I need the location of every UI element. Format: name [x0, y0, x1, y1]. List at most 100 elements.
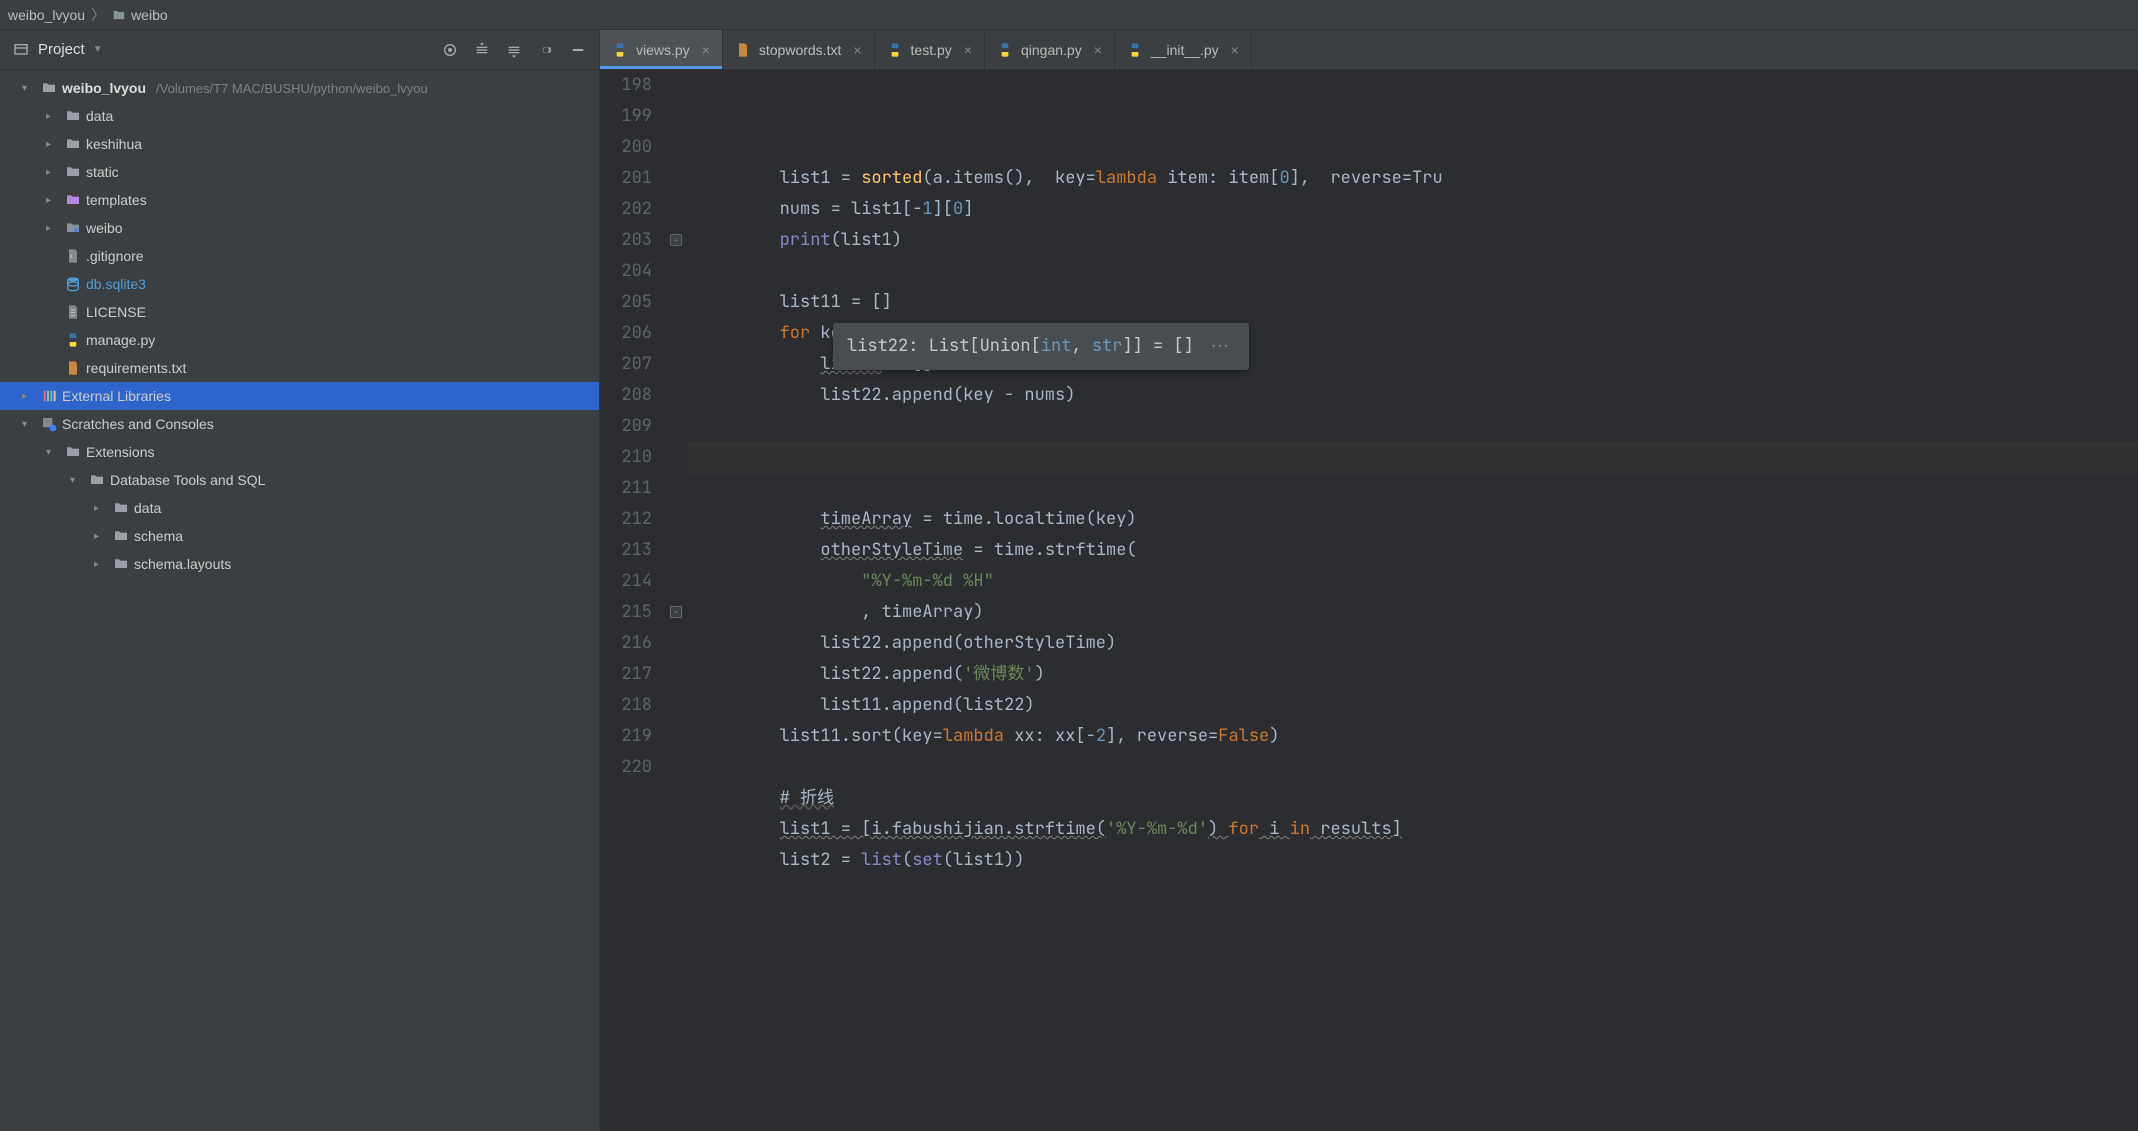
- fold-strip[interactable]: −−: [668, 70, 688, 1131]
- line-number[interactable]: 205: [600, 287, 652, 318]
- chevron-right-icon[interactable]: ▸: [46, 139, 60, 150]
- expand-icon[interactable]: [473, 41, 491, 59]
- breadcrumb-root[interactable]: weibo_lvyou: [8, 7, 85, 23]
- line-number[interactable]: 208: [600, 380, 652, 411]
- chevron-down-icon[interactable]: ▾: [70, 475, 84, 486]
- chevron-right-icon[interactable]: ▸: [22, 391, 36, 402]
- editor-tab[interactable]: views.py×: [600, 30, 723, 69]
- line-number[interactable]: 211: [600, 473, 652, 504]
- tree-row[interactable]: requirements.txt: [0, 354, 599, 382]
- code-area[interactable]: list22: List[Union[int, str]] = [] ⋮ lis…: [688, 70, 2138, 1131]
- tree-row[interactable]: ▸data: [0, 102, 599, 130]
- code-line[interactable]: list1 = [i.fabushijian.strftime('%Y-%m-%…: [688, 814, 2138, 845]
- editor-tab[interactable]: stopwords.txt×: [723, 30, 875, 69]
- code-line[interactable]: print(list1): [688, 225, 2138, 256]
- code-line[interactable]: list22.append(key - nums): [688, 380, 2138, 411]
- line-number[interactable]: 198: [600, 70, 652, 101]
- project-tree[interactable]: ▾weibo_lvyou/Volumes/T7 MAC/BUSHU/python…: [0, 70, 599, 1131]
- code-line[interactable]: # 折线: [688, 783, 2138, 814]
- close-icon[interactable]: ×: [1231, 42, 1239, 58]
- tree-row[interactable]: ▾Database Tools and SQL: [0, 466, 599, 494]
- more-icon[interactable]: ⋮: [1204, 337, 1235, 356]
- project-dropdown[interactable]: Project ▼: [12, 41, 103, 58]
- line-number[interactable]: 202: [600, 194, 652, 225]
- line-number[interactable]: 220: [600, 752, 652, 783]
- tree-row[interactable]: ▾Extensions: [0, 438, 599, 466]
- breadcrumb-item[interactable]: weibo: [111, 7, 168, 23]
- chevron-right-icon[interactable]: ▸: [46, 223, 60, 234]
- code-line[interactable]: list11 = []: [688, 287, 2138, 318]
- locate-icon[interactable]: [441, 41, 459, 59]
- tree-row[interactable]: ▸External Libraries: [0, 382, 599, 410]
- line-number[interactable]: 201: [600, 163, 652, 194]
- line-number[interactable]: 203: [600, 225, 652, 256]
- tree-row[interactable]: ▸weibo: [0, 214, 599, 242]
- chevron-right-icon[interactable]: ▸: [46, 195, 60, 206]
- code-line[interactable]: list11.sort(key=lambda xx: xx[-2], rever…: [688, 721, 2138, 752]
- tree-row[interactable]: ▸data: [0, 494, 599, 522]
- code-line[interactable]: [688, 442, 2138, 473]
- chevron-right-icon[interactable]: ▸: [46, 167, 60, 178]
- line-number[interactable]: 218: [600, 690, 652, 721]
- hide-icon[interactable]: [569, 41, 587, 59]
- editor-tab[interactable]: test.py×: [875, 30, 985, 69]
- line-number[interactable]: 213: [600, 535, 652, 566]
- close-icon[interactable]: ×: [853, 42, 861, 58]
- code-line[interactable]: nums = list1[-1][0]: [688, 194, 2138, 225]
- fold-toggle-icon[interactable]: −: [670, 606, 682, 618]
- code-line[interactable]: [688, 473, 2138, 504]
- chevron-right-icon[interactable]: ▸: [46, 111, 60, 122]
- tree-row[interactable]: db.sqlite3: [0, 270, 599, 298]
- chevron-right-icon[interactable]: ▸: [94, 531, 108, 542]
- close-icon[interactable]: ×: [702, 42, 710, 58]
- line-number[interactable]: 200: [600, 132, 652, 163]
- close-icon[interactable]: ×: [964, 42, 972, 58]
- code-line[interactable]: list11.append(list22): [688, 690, 2138, 721]
- tree-row[interactable]: ▸templates: [0, 186, 599, 214]
- chevron-down-icon[interactable]: ▾: [46, 447, 60, 458]
- line-number[interactable]: 217: [600, 659, 652, 690]
- code-line[interactable]: [688, 256, 2138, 287]
- line-number[interactable]: 199: [600, 101, 652, 132]
- code-line[interactable]: timeArray = time.localtime(key): [688, 504, 2138, 535]
- code-line[interactable]: [688, 411, 2138, 442]
- code-line[interactable]: otherStyleTime = time.strftime(: [688, 535, 2138, 566]
- close-icon[interactable]: ×: [1094, 42, 1102, 58]
- chevron-down-icon[interactable]: ▾: [22, 83, 36, 94]
- tree-row[interactable]: ▾weibo_lvyou/Volumes/T7 MAC/BUSHU/python…: [0, 74, 599, 102]
- tree-row[interactable]: LICENSE: [0, 298, 599, 326]
- code-line[interactable]: [688, 752, 2138, 783]
- line-number[interactable]: 215: [600, 597, 652, 628]
- code-line[interactable]: , timeArray): [688, 597, 2138, 628]
- collapse-icon[interactable]: [505, 41, 523, 59]
- tree-row[interactable]: ▸schema: [0, 522, 599, 550]
- code-line[interactable]: "%Y-%m-%d %H": [688, 566, 2138, 597]
- line-gutter[interactable]: 1981992002012022032042052062072082092102…: [600, 70, 668, 1131]
- chevron-down-icon[interactable]: ▾: [22, 419, 36, 430]
- code-line[interactable]: list1 = sorted(a.items(), key=lambda ite…: [688, 163, 2138, 194]
- line-number[interactable]: 214: [600, 566, 652, 597]
- gear-icon[interactable]: [537, 41, 555, 59]
- editor[interactable]: 1981992002012022032042052062072082092102…: [600, 70, 2138, 1131]
- tree-row[interactable]: ▸keshihua: [0, 130, 599, 158]
- tree-row[interactable]: i.gitignore: [0, 242, 599, 270]
- fold-toggle-icon[interactable]: −: [670, 234, 682, 246]
- line-number[interactable]: 206: [600, 318, 652, 349]
- code-line[interactable]: list22.append('微博数'): [688, 659, 2138, 690]
- line-number[interactable]: 210: [600, 442, 652, 473]
- editor-tab[interactable]: __init__.py×: [1115, 30, 1252, 69]
- chevron-right-icon[interactable]: ▸: [94, 503, 108, 514]
- line-number[interactable]: 216: [600, 628, 652, 659]
- tree-row[interactable]: manage.py: [0, 326, 599, 354]
- line-number[interactable]: 209: [600, 411, 652, 442]
- line-number[interactable]: 219: [600, 721, 652, 752]
- tree-row[interactable]: ▸schema.layouts: [0, 550, 599, 578]
- chevron-right-icon[interactable]: ▸: [94, 559, 108, 570]
- code-line[interactable]: list22.append(otherStyleTime): [688, 628, 2138, 659]
- line-number[interactable]: 212: [600, 504, 652, 535]
- line-number[interactable]: 207: [600, 349, 652, 380]
- tree-row[interactable]: ▸static: [0, 158, 599, 186]
- editor-tab[interactable]: qingan.py×: [985, 30, 1115, 69]
- code-line[interactable]: list2 = list(set(list1)): [688, 845, 2138, 876]
- tree-row[interactable]: ▾Scratches and Consoles: [0, 410, 599, 438]
